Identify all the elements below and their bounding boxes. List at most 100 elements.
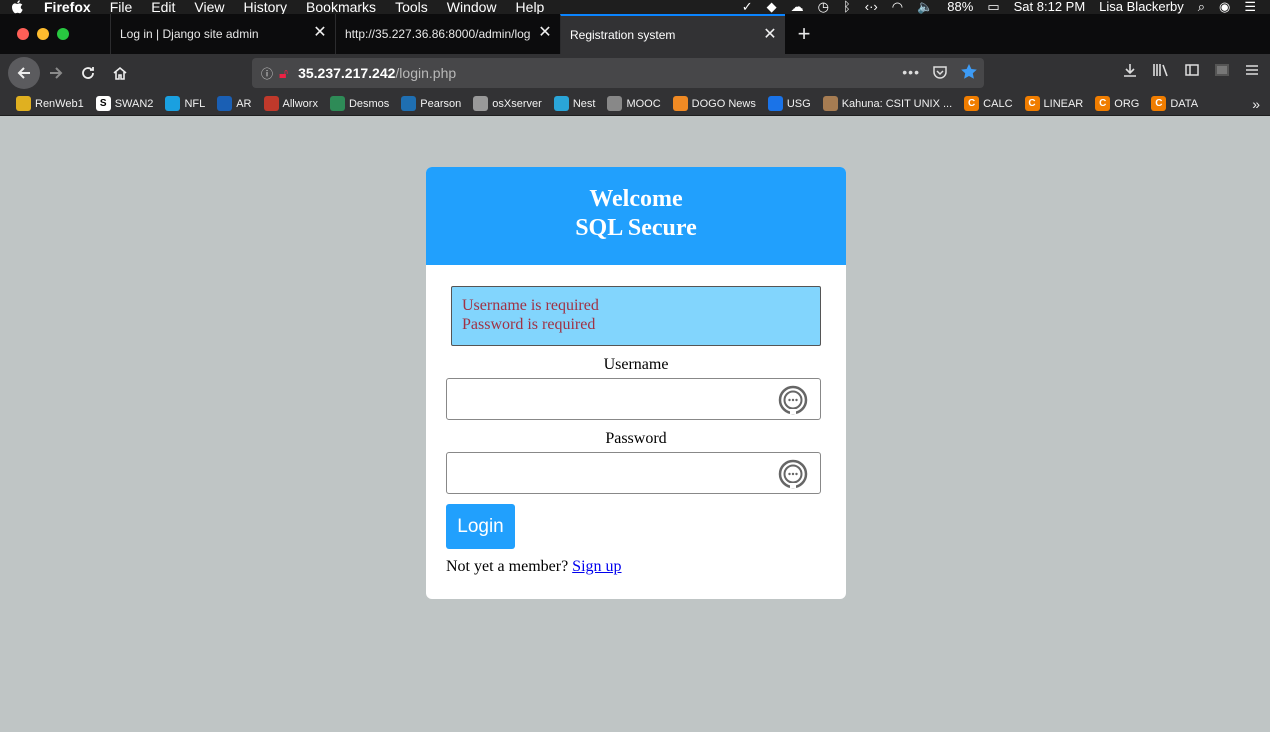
url-path: /login.php [395,65,457,81]
menu-file[interactable]: File [110,0,133,14]
bookmark-label: Desmos [348,97,390,110]
clock[interactable]: Sat 8:12 PM [1014,0,1086,13]
bookmark-item[interactable]: osXserver [473,96,542,111]
close-tab-icon[interactable]: ✕ [538,25,552,41]
address-bar[interactable]: ⓘ 🔓︎ 35.237.217.242/login.php ••• [252,58,984,88]
time-machine-icon[interactable]: ◷ [818,0,829,13]
app-name-heading: SQL Secure [575,215,697,241]
new-tab-button[interactable]: + [785,14,823,54]
login-card: Welcome SQL Secure Username is required … [426,167,846,599]
back-button[interactable] [8,57,40,89]
library-icon[interactable] [1152,62,1170,78]
bookmark-item[interactable]: Allworx [263,96,318,111]
tab-admin-url[interactable]: http://35.227.36.86:8000/admin/log ✕ [335,14,560,54]
menu-edit[interactable]: Edit [151,0,175,14]
notification-center-icon[interactable]: ☰ [1244,0,1256,13]
password-manager-icon[interactable] [778,459,808,489]
bookmark-label: MOOC [626,97,661,110]
hamburger-menu-icon[interactable] [1244,62,1260,78]
bookmark-item[interactable]: USG [767,96,811,111]
close-tab-icon[interactable]: ✕ [763,27,777,43]
menu-help[interactable]: Help [516,0,545,14]
network-icon[interactable]: ‹·› [865,0,878,13]
cloud-icon[interactable]: ☁ [791,0,804,13]
menu-view[interactable]: View [194,0,224,14]
dropbox-icon[interactable]: ◆ [767,0,777,13]
bookmark-item[interactable]: S SWAN2 [95,96,154,111]
bookmark-label: DATA [1170,97,1199,110]
password-field[interactable] [446,452,821,494]
info-icon[interactable]: ⓘ [261,65,273,82]
minimize-window-button[interactable] [37,28,49,40]
arrow-right-icon [50,67,63,79]
bookmark-item[interactable]: C CALC [964,96,1013,111]
bookmark-item[interactable]: NFL [165,96,205,111]
bookmark-label: AR [236,97,252,110]
tab-registration-system[interactable]: Registration system ✕ [560,14,785,54]
bookmark-item[interactable]: Desmos [329,96,390,111]
password-manager-icon[interactable] [778,385,808,415]
wifi-icon[interactable]: ◠ [892,0,903,13]
bookmark-label: osXserver [492,97,542,110]
bookmarks-overflow-icon[interactable]: » [1252,96,1260,112]
home-button[interactable] [104,57,136,89]
menu-tools[interactable]: Tools [395,0,428,14]
download-icon[interactable] [1122,62,1138,78]
tab-title: Registration system [570,28,676,42]
menu-history[interactable]: History [243,0,287,14]
username-field[interactable] [446,378,821,420]
dogo-icon [672,96,688,111]
bookmark-item[interactable]: C ORG [1095,96,1139,111]
globe-icon [607,96,623,111]
battery-percent[interactable]: 88% [947,0,973,13]
sidebar-icon[interactable] [1184,62,1200,78]
apple-icon [473,96,489,111]
bookmark-item[interactable]: DOGO News [672,96,756,111]
checkmark-status-icon[interactable]: ✓ [742,0,753,13]
att-icon [165,96,181,111]
menu-app-name[interactable]: Firefox [44,0,91,14]
zoom-window-button[interactable] [57,28,69,40]
login-button[interactable]: Login [446,504,515,549]
bookmark-item[interactable]: Pearson [401,96,461,111]
close-tab-icon[interactable]: ✕ [313,25,327,41]
bluetooth-icon[interactable]: ᛒ [843,0,851,13]
bookmark-label: RenWeb1 [35,97,84,110]
menu-bookmarks[interactable]: Bookmarks [306,0,376,14]
reload-button[interactable] [72,57,104,89]
forward-button[interactable] [40,57,72,89]
username-label: Username [603,356,669,373]
apple-menu-icon[interactable] [10,0,24,14]
pocket-icon[interactable] [932,64,948,80]
bookmark-item[interactable]: Nest [553,96,595,111]
flag-icon[interactable]: ▭ [987,0,999,13]
user-name[interactable]: Lisa Blackerby [1099,0,1184,13]
bookmark-label: SWAN2 [114,97,154,110]
tab-title: http://35.227.36.86:8000/admin/log [345,27,531,41]
username-input[interactable] [455,379,775,417]
menu-window[interactable]: Window [447,0,497,14]
window-controls [0,14,110,54]
bookmark-item[interactable]: AR [217,96,252,111]
bookmark-item[interactable]: Kahuna: CSIT UNIX ... [822,96,952,111]
bookmark-item[interactable]: MOOC [607,96,661,111]
bookmark-item[interactable]: C DATA [1151,96,1198,111]
password-input[interactable] [455,453,775,491]
bookmark-item[interactable]: RenWeb1 [16,96,84,111]
c-icon: C [1095,96,1111,111]
bookmark-item[interactable]: C LINEAR [1024,96,1083,111]
toolbar-right [1122,62,1260,78]
insecure-lock-icon[interactable]: 🔓︎ [279,65,288,82]
extension-icon[interactable] [1214,62,1230,78]
bookmark-star-icon[interactable] [960,63,978,81]
page-actions-icon[interactable]: ••• [902,64,920,80]
volume-icon[interactable]: 🔈 [917,0,933,13]
password-label: Password [605,430,667,447]
tab-django-admin[interactable]: Log in | Django site admin ✕ [110,14,335,54]
desmos-icon [329,96,345,111]
siri-icon[interactable]: ◉ [1219,0,1230,13]
close-window-button[interactable] [17,28,29,40]
password-error: Password is required [462,316,596,333]
spotlight-search-icon[interactable]: ⌕ [1198,0,1205,13]
signup-link[interactable]: Sign up [572,558,621,575]
